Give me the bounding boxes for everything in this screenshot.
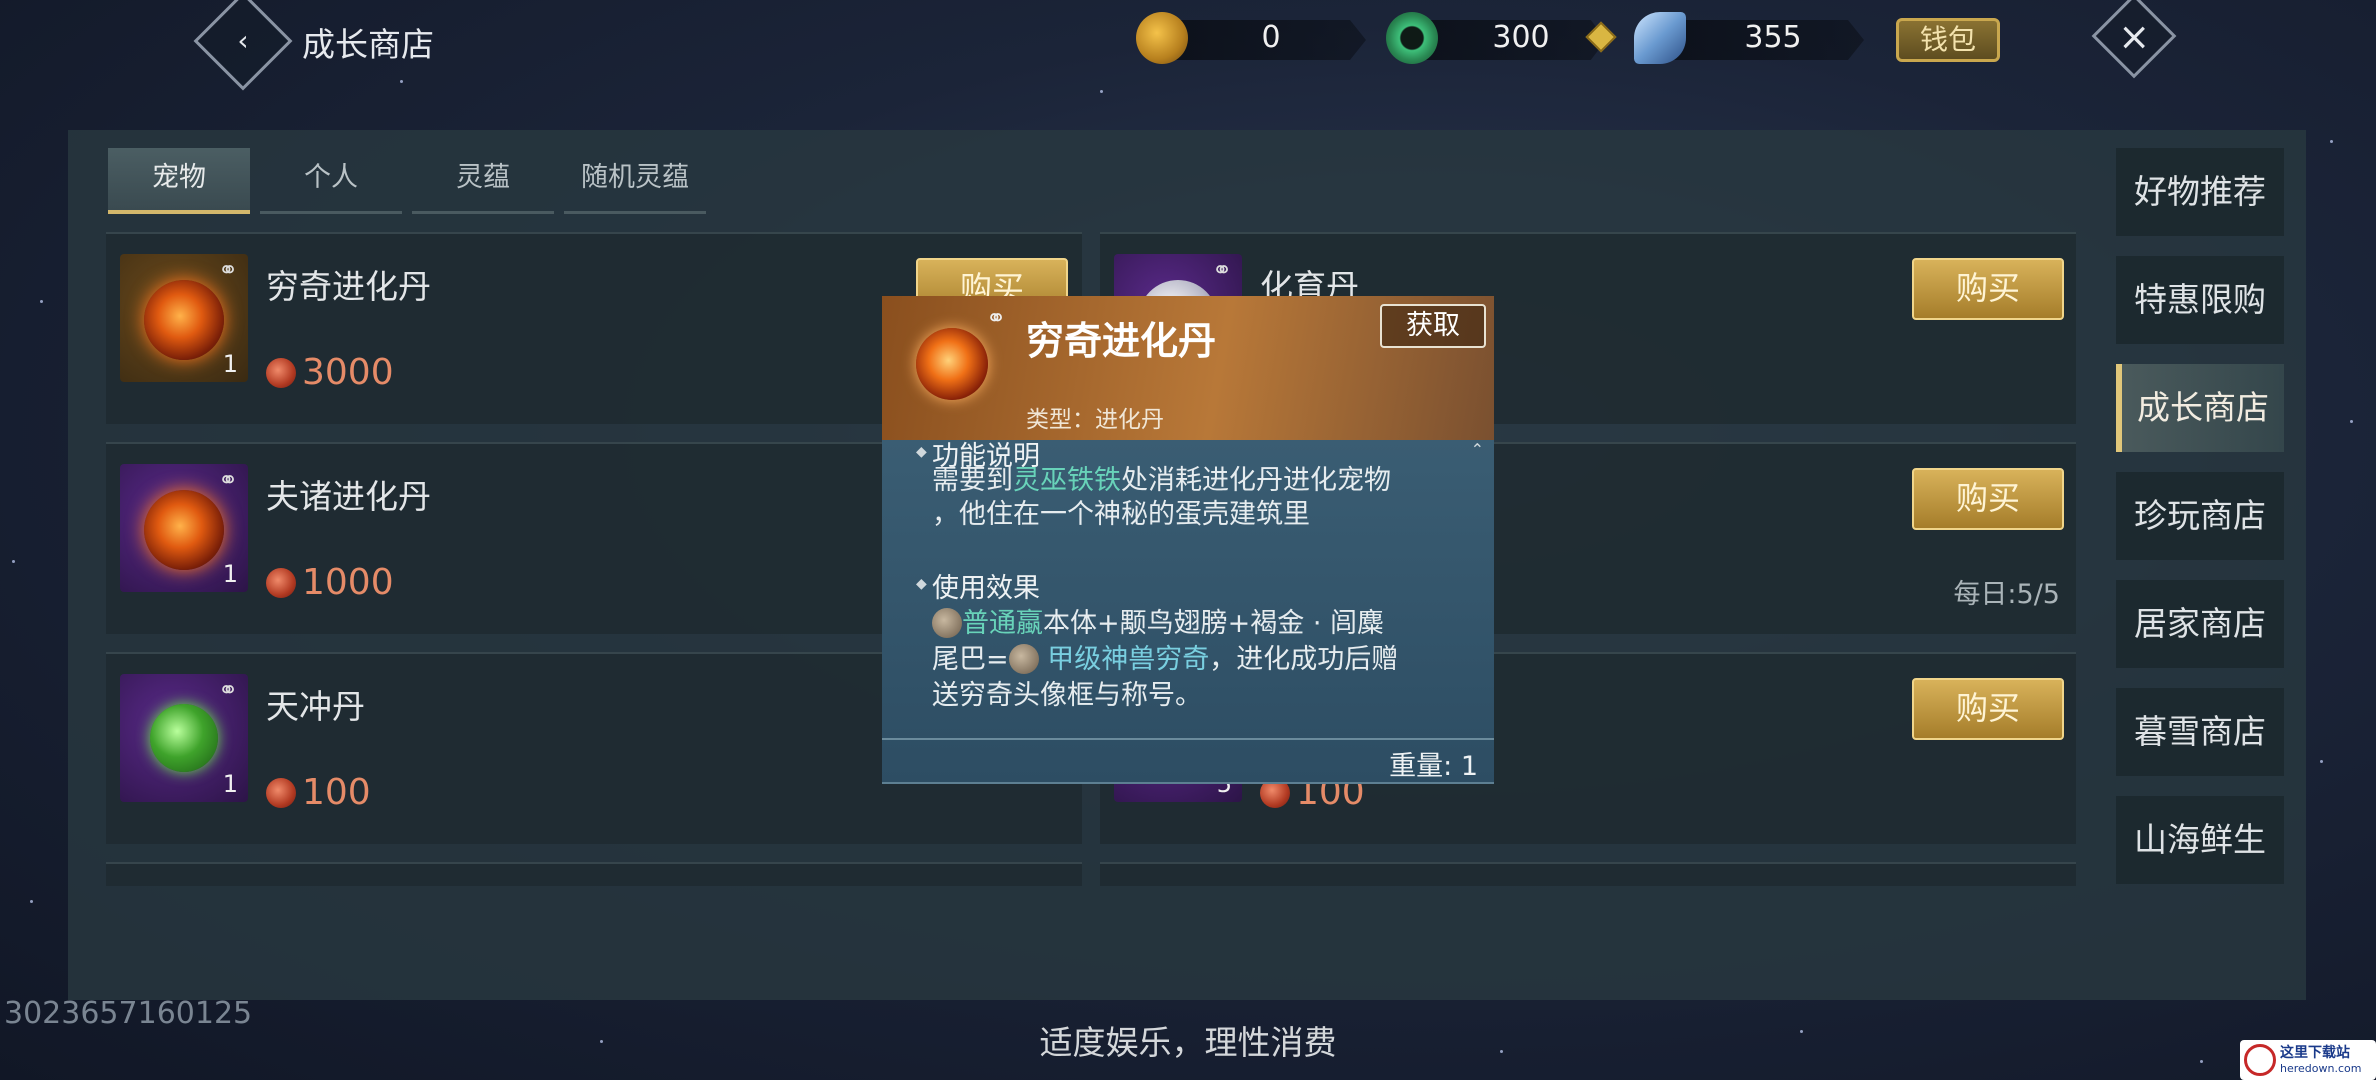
fire-pill-icon bbox=[916, 328, 988, 400]
back-chevron-icon: ‹ bbox=[237, 24, 249, 57]
sidebar-item-limited[interactable]: 特惠限购 bbox=[2116, 256, 2284, 344]
item-qty: 1 bbox=[222, 770, 238, 798]
close-icon: × bbox=[2118, 14, 2151, 59]
health-slogan: 适度娱乐，理性消费 bbox=[1039, 1023, 1337, 1062]
item-qty: 1 bbox=[222, 350, 238, 378]
link-icon: ⚭ bbox=[218, 256, 239, 284]
effect-description: 普通蠃本体+颙鸟翅膀+褐金 · 闾麋 尾巴= 甲级神兽穷奇，进化成功后赠 送穷奇… bbox=[932, 608, 1399, 711]
sidebar-item-growth-shop[interactable]: 成长商店 bbox=[2116, 364, 2284, 452]
shop-item-card-partial bbox=[1100, 862, 2076, 886]
item-thumbnail: ⚭ 1 bbox=[120, 464, 248, 592]
currency-gourd: 0 bbox=[1136, 12, 1366, 64]
currency-jade: 300 bbox=[1386, 12, 1606, 64]
item-thumbnail: ⚭ 1 bbox=[120, 254, 248, 382]
item-qty: 1 bbox=[222, 560, 238, 588]
beast-portrait-icon bbox=[1008, 644, 1039, 674]
feather-gem-icon bbox=[1634, 12, 1686, 64]
growth-coin-icon bbox=[266, 778, 296, 808]
sidebar-item-home-shop[interactable]: 居家商店 bbox=[2116, 580, 2284, 668]
green-pill-icon bbox=[150, 704, 218, 772]
currency-feather: 355 bbox=[1634, 12, 1864, 64]
daily-limit: 每日:5/5 bbox=[1953, 579, 2060, 610]
pet-portrait-icon bbox=[932, 608, 962, 638]
fire-pill-icon bbox=[144, 280, 224, 360]
tab-pet[interactable]: 宠物 bbox=[108, 148, 250, 214]
link-icon: ⚭ bbox=[986, 304, 1007, 332]
sidebar-item-curio-shop[interactable]: 珍玩商店 bbox=[2116, 472, 2284, 560]
back-button[interactable]: ‹ bbox=[193, 0, 293, 91]
fire-pill-icon bbox=[144, 490, 224, 570]
jade-ring-icon bbox=[1386, 12, 1438, 64]
obtain-button[interactable]: 获取 bbox=[1380, 304, 1486, 348]
site-watermark: 这里下载站 heredown.com bbox=[2240, 1040, 2376, 1080]
buy-button[interactable]: 购买 bbox=[1912, 468, 2064, 530]
top-bar: ‹ 成长商店 0 300 355 钱包 × bbox=[0, 0, 2376, 91]
tab-personal[interactable]: 个人 bbox=[260, 148, 402, 214]
currency-value: 355 bbox=[1744, 20, 1802, 55]
wallet-button[interactable]: 钱包 bbox=[1896, 18, 2000, 62]
shop-item-card-partial bbox=[106, 862, 1082, 886]
link-icon: ⚭ bbox=[1212, 256, 1233, 284]
tab-lingyun[interactable]: 灵蕴 bbox=[412, 148, 554, 214]
divider bbox=[882, 738, 1494, 740]
growth-coin-icon bbox=[266, 568, 296, 598]
close-button[interactable]: × bbox=[2091, 0, 2177, 79]
buy-button[interactable]: 购买 bbox=[1912, 258, 2064, 320]
growth-coin-icon bbox=[266, 358, 296, 388]
bullet-diamond-icon: ◆ bbox=[916, 444, 927, 460]
item-name: 夫诸进化丹 bbox=[266, 477, 431, 516]
npc-link[interactable]: 灵巫铁铁 bbox=[1013, 465, 1121, 496]
bullet-diamond-icon: ◆ bbox=[916, 576, 927, 592]
item-weight: 重量: 1 bbox=[1389, 751, 1478, 782]
item-detail-header: ⚭ 穷奇进化丹 获取 类型：进化丹 bbox=[882, 296, 1494, 440]
item-detail-body[interactable]: ⌃ ◆ 功能说明 需要到灵巫铁铁处消耗进化丹进化宠物 ，他住在一个神秘的蛋壳建筑… bbox=[882, 440, 1494, 784]
currency-value: 0 bbox=[1261, 20, 1281, 55]
item-name: 穷奇进化丹 bbox=[266, 267, 431, 306]
currency-value: 300 bbox=[1492, 20, 1550, 55]
item-thumbnail: ⚭ 1 bbox=[120, 674, 248, 802]
effect-section-title: 使用效果 bbox=[932, 573, 1040, 604]
item-type: 类型：进化丹 bbox=[1026, 407, 1164, 433]
gourd-coin-icon bbox=[1136, 12, 1188, 64]
link-icon: ⚭ bbox=[218, 676, 239, 704]
sidebar-item-recommend[interactable]: 好物推荐 bbox=[2116, 148, 2284, 236]
sidebar-item-shanhai-fresh[interactable]: 山海鲜生 bbox=[2116, 796, 2284, 884]
watermark-logo-icon bbox=[2244, 1044, 2276, 1076]
item-name: 天冲丹 bbox=[266, 687, 365, 726]
scroll-up-icon[interactable]: ⌃ bbox=[1471, 440, 1484, 459]
page-title: 成长商店 bbox=[302, 25, 434, 64]
function-description: 需要到灵巫铁铁处消耗进化丹进化宠物 ，他住在一个神秘的蛋壳建筑里 bbox=[932, 465, 1391, 530]
buy-button[interactable]: 购买 bbox=[1912, 678, 2064, 740]
sidebar-item-muxue-shop[interactable]: 暮雪商店 bbox=[2116, 688, 2284, 776]
item-detail-name: 穷奇进化丹 bbox=[1026, 319, 1217, 363]
link-icon: ⚭ bbox=[218, 466, 239, 494]
tab-random-lingyun[interactable]: 随机灵蕴 bbox=[564, 148, 706, 214]
